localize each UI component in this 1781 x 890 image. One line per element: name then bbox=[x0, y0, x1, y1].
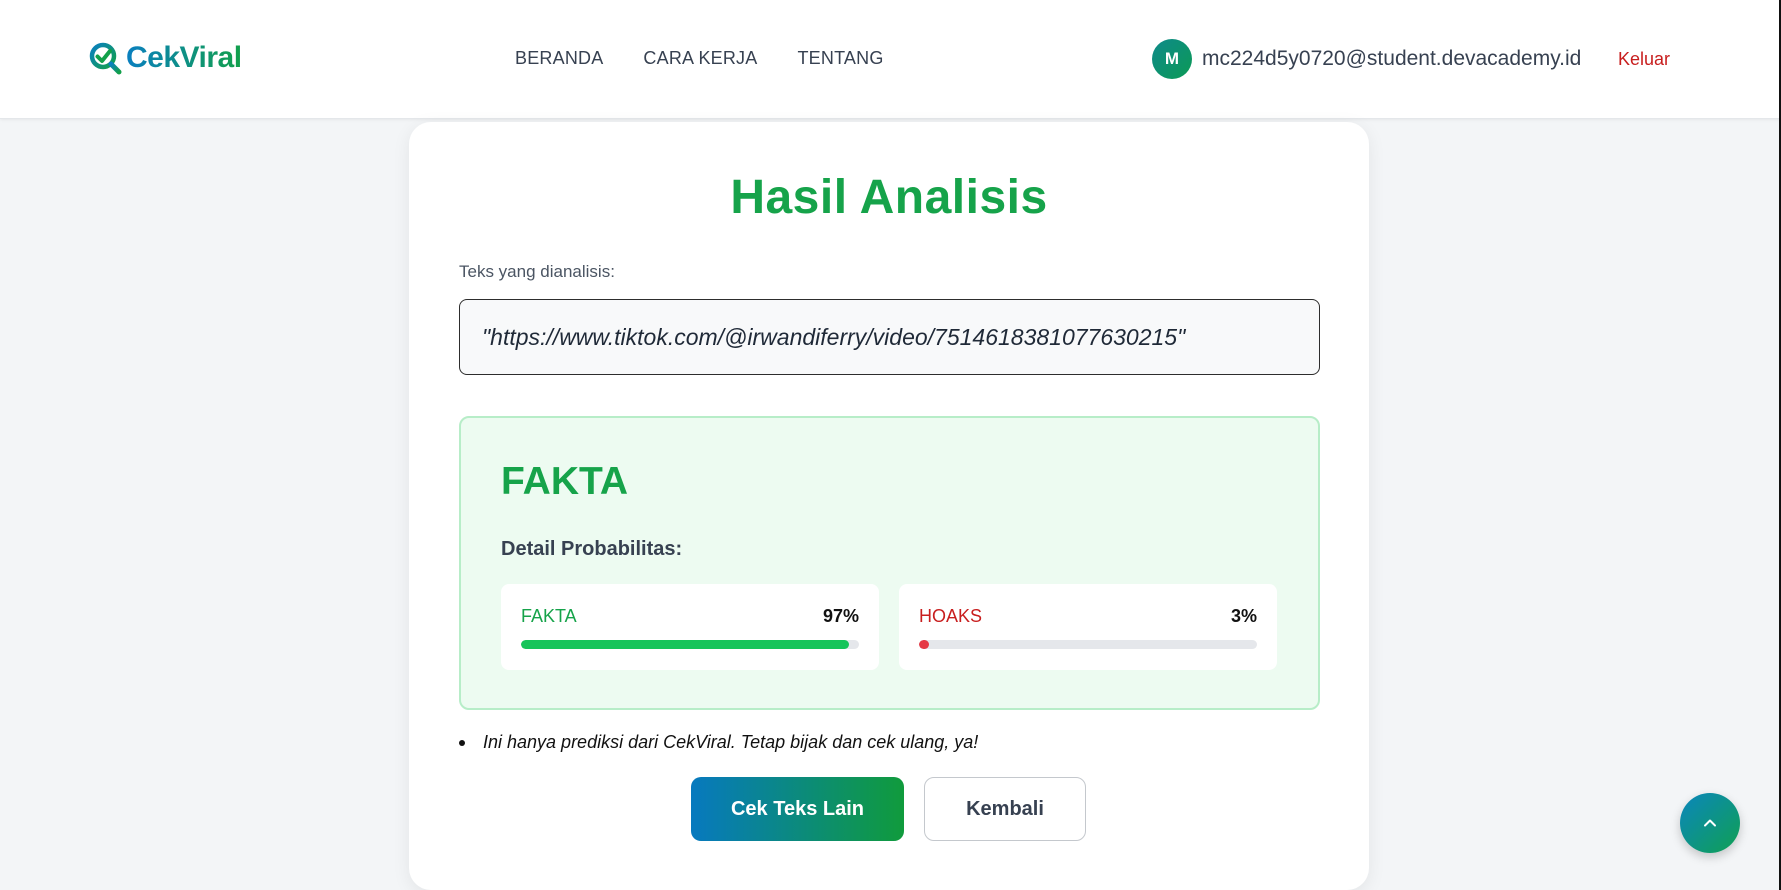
probability-value-hoaks: 3% bbox=[1230, 606, 1257, 626]
nav-item-beranda[interactable]: BERANDA bbox=[515, 48, 603, 69]
chevron-up-icon bbox=[1704, 819, 1716, 827]
disclaimer-text: Ini hanya prediksi dari CekViral. Tetap … bbox=[483, 732, 979, 752]
scroll-to-top-button[interactable] bbox=[1680, 793, 1740, 853]
verdict-label: FAKTA bbox=[501, 460, 629, 503]
user-email: mc224d5y0720@student.devacademy.id bbox=[1202, 47, 1582, 70]
nav-item-cara-kerja[interactable]: CARA KERJA bbox=[643, 48, 757, 69]
back-button[interactable]: Kembali bbox=[924, 777, 1086, 841]
probability-name-fakta: FAKTA bbox=[521, 606, 577, 626]
logo-check-search-icon bbox=[89, 42, 122, 75]
nav-item-tentang[interactable]: TENTANG bbox=[797, 48, 883, 69]
probability-bar-track-hoaks bbox=[919, 640, 1257, 649]
probability-bar-fill-fakta bbox=[521, 640, 849, 649]
page-title: Hasil Analisis bbox=[730, 171, 1048, 224]
probability-bar-track-fakta bbox=[521, 640, 859, 649]
probability-card-fakta: FAKTA 97% bbox=[501, 584, 879, 670]
probability-title: Detail Probabilitas: bbox=[501, 538, 683, 560]
main-nav: BERANDA CARA KERJA TENTANG bbox=[515, 48, 884, 69]
probability-card-hoaks: HOAKS 3% bbox=[899, 584, 1277, 670]
logo[interactable]: CekViral bbox=[88, 38, 242, 78]
logo-text: CekViral bbox=[126, 41, 242, 74]
analyzed-text-box: "https://www.tiktok.com/@irwandiferry/vi… bbox=[459, 299, 1320, 375]
disclaimer-note: Ini hanya prediksi dari CekViral. Tetap … bbox=[459, 732, 978, 753]
probability-bar-fill-hoaks bbox=[919, 640, 930, 649]
avatar[interactable]: M bbox=[1152, 39, 1192, 79]
probability-value-fakta: 97% bbox=[822, 606, 859, 626]
probability-name-hoaks: HOAKS bbox=[919, 606, 983, 626]
logout-link[interactable]: Keluar bbox=[1618, 49, 1670, 70]
analyzed-text: "https://www.tiktok.com/@irwandiferry/vi… bbox=[482, 323, 1186, 350]
analyzed-text-label: Teks yang dianalisis: bbox=[459, 262, 615, 281]
result-card: Hasil Analisis Teks yang dianalisis: "ht… bbox=[409, 122, 1369, 890]
site-header: CekViral BERANDA CARA KERJA TENTANG M mc… bbox=[0, 0, 1781, 119]
result-panel: FAKTA Detail Probabilitas: FAKTA 97% HOA… bbox=[459, 416, 1320, 710]
bullet-icon bbox=[459, 739, 465, 746]
check-other-text-button[interactable]: Cek Teks Lain bbox=[691, 777, 904, 841]
